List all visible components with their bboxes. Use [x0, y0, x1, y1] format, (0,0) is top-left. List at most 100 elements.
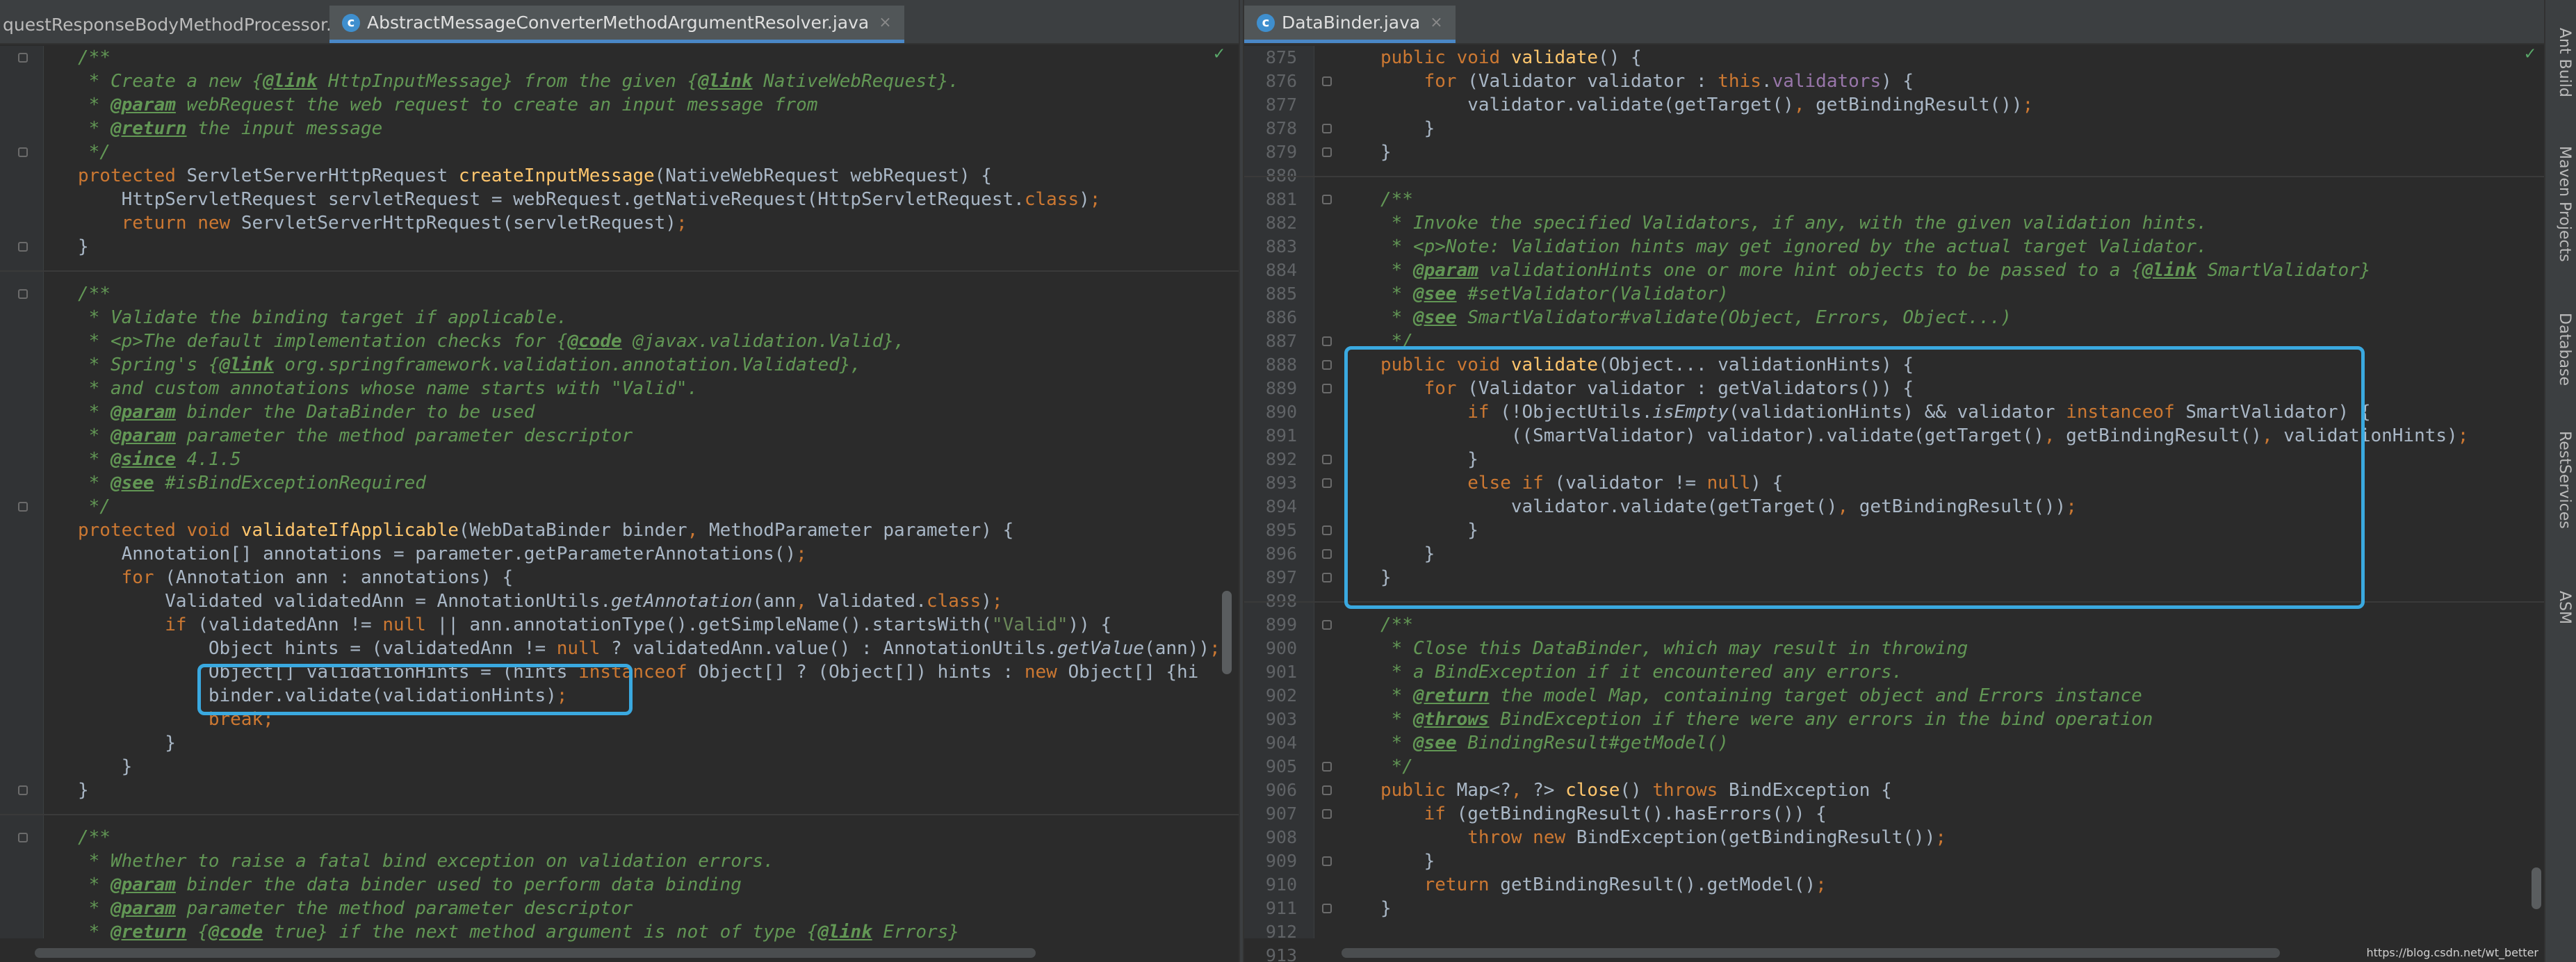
code-line: * Invoke the specified Validators, if an…	[1380, 213, 2208, 234]
highlight-box-binder-validate	[197, 664, 633, 715]
fold-icon[interactable]	[1322, 904, 1332, 913]
code-line: for (Validator validator : this.validato…	[1424, 71, 1914, 92]
tool-maven-projects[interactable]: Maven Projects	[2550, 146, 2573, 262]
fold-icon[interactable]	[18, 502, 28, 512]
vertical-scrollbar[interactable]	[1222, 591, 1232, 674]
line-number: 899	[1265, 614, 1297, 635]
code-line: * Whether to raise a fatal bind exceptio…	[78, 851, 774, 872]
fold-icon[interactable]	[1322, 762, 1332, 772]
tab-databinder[interactable]: c DataBinder.java ×	[1244, 6, 1456, 43]
code-line: Object hints = (validatedAnn != null ? v…	[78, 638, 1221, 659]
right-tab-bar: c DataBinder.java ×	[1244, 0, 2544, 44]
line-number: 887	[1265, 331, 1297, 351]
fold-icon[interactable]	[1322, 809, 1332, 819]
line-number: 906	[1265, 780, 1297, 800]
fold-icon[interactable]	[18, 833, 28, 842]
code-line: throw new BindException(getBindingResult…	[1467, 827, 1947, 848]
close-icon[interactable]: ×	[1430, 14, 1442, 31]
code-line: * @see SmartValidator#validate(Object, E…	[1380, 307, 2012, 328]
fold-icon[interactable]	[1322, 360, 1332, 370]
code-line: */	[1380, 756, 1413, 777]
line-number: 901	[1265, 662, 1297, 682]
left-editor-pane: questResponseBodyMethodProcessor.java × …	[0, 0, 1239, 962]
line-number: 882	[1265, 213, 1297, 233]
code-line: * @see #setValidator(Validator)	[1380, 284, 1729, 304]
fold-icon[interactable]	[18, 147, 28, 157]
fold-icon[interactable]	[18, 242, 28, 252]
left-tab-bar: questResponseBodyMethodProcessor.java × …	[0, 0, 1239, 44]
fold-icon[interactable]	[1322, 76, 1332, 86]
left-code-area[interactable]: /** * Create a new {@link HttpInputMessa…	[0, 46, 1239, 943]
code-line: }	[1380, 142, 1392, 163]
line-number: 891	[1265, 425, 1297, 446]
fold-icon[interactable]	[1322, 549, 1332, 559]
fold-icon[interactable]	[1322, 620, 1332, 630]
code-line: /**	[1380, 614, 1413, 635]
horizontal-scrollbar[interactable]	[1342, 948, 2280, 958]
java-class-icon: c	[1257, 13, 1275, 32]
line-number: 909	[1265, 851, 1297, 871]
code-line: */	[78, 496, 111, 517]
code-line: * a BindException if it encountered any …	[1380, 662, 1903, 683]
code-line: /**	[1380, 189, 1413, 210]
right-editor-pane: c DataBinder.java × ✓ 875 public void val…	[1244, 0, 2544, 962]
tool-database[interactable]: Database	[2550, 313, 2573, 386]
fold-icon[interactable]	[18, 289, 28, 299]
code-line: }	[78, 756, 133, 777]
tab-label: questResponseBodyMethodProcessor.java	[3, 14, 368, 35]
tool-ant-build[interactable]: Ant Build	[2550, 28, 2573, 97]
fold-icon[interactable]	[1322, 384, 1332, 393]
code-line: }	[1380, 851, 1435, 872]
code-line: * Close this DataBinder, which may resul…	[1380, 638, 1968, 659]
code-line: /**	[78, 284, 111, 304]
fold-icon[interactable]	[1322, 336, 1332, 346]
line-number: 907	[1265, 804, 1297, 824]
method-separator	[0, 270, 1239, 272]
code-line: * <p>The default implementation checks f…	[78, 331, 905, 352]
code-line: for (Annotation ann : annotations) {	[121, 567, 514, 588]
code-line: * @throws BindException if there were an…	[1380, 709, 2153, 730]
line-number: 904	[1265, 733, 1297, 753]
horizontal-scrollbar[interactable]	[35, 948, 1036, 958]
code-line: return getBindingResult().getModel();	[1424, 874, 1827, 895]
line-number: 896	[1265, 544, 1297, 564]
vertical-scrollbar[interactable]	[2532, 867, 2541, 909]
code-line: * @param binder the data binder used to …	[78, 874, 742, 895]
line-number: 875	[1265, 47, 1297, 67]
code-line: public Map<?, ?> close() throws BindExce…	[1380, 780, 1892, 801]
fold-icon[interactable]	[1322, 785, 1332, 795]
fold-icon[interactable]	[1322, 124, 1332, 133]
line-number: 894	[1265, 496, 1297, 516]
code-line: * and custom annotations whose name star…	[78, 378, 699, 399]
tool-rest-services[interactable]: RestServices	[2550, 431, 2573, 529]
fold-icon[interactable]	[1322, 455, 1332, 464]
split-divider[interactable]	[1239, 0, 1244, 962]
line-number: 888	[1265, 354, 1297, 375]
code-line: * @param webRequest the web request to c…	[78, 95, 818, 115]
fold-icon[interactable]	[18, 785, 28, 795]
fold-icon[interactable]	[1322, 195, 1332, 204]
code-line: */	[78, 142, 111, 163]
code-line: public void validate() {	[1380, 47, 1642, 68]
method-separator	[0, 814, 1239, 815]
fold-icon[interactable]	[1322, 856, 1332, 866]
line-number: 892	[1265, 449, 1297, 469]
code-line: * Create a new {@link HttpInputMessage} …	[78, 71, 959, 92]
fold-icon[interactable]	[1322, 478, 1332, 488]
fold-icon[interactable]	[1322, 573, 1332, 582]
code-line: validator.validate(getTarget(), getBindi…	[1380, 95, 2034, 115]
fold-icon[interactable]	[1322, 525, 1332, 535]
line-number: 902	[1265, 685, 1297, 706]
tab-abstract-message-converter[interactable]: c AbstractMessageConverterMethodArgument…	[329, 6, 904, 43]
fold-icon[interactable]	[18, 53, 28, 63]
tab-label: AbstractMessageConverterMethodArgumentRe…	[367, 13, 870, 33]
code-line: * @see #isBindExceptionRequired	[78, 473, 426, 494]
line-number: 903	[1265, 709, 1297, 729]
tool-asm[interactable]: ASM	[2550, 591, 2573, 624]
code-line: * @see BindingResult#getModel()	[1380, 733, 1729, 753]
fold-icon[interactable]	[1322, 147, 1332, 157]
close-icon[interactable]: ×	[879, 14, 891, 31]
line-number: 877	[1265, 95, 1297, 115]
line-number: 912	[1265, 922, 1297, 942]
watermark: https://blog.csdn.net/wt_better	[2366, 946, 2538, 959]
